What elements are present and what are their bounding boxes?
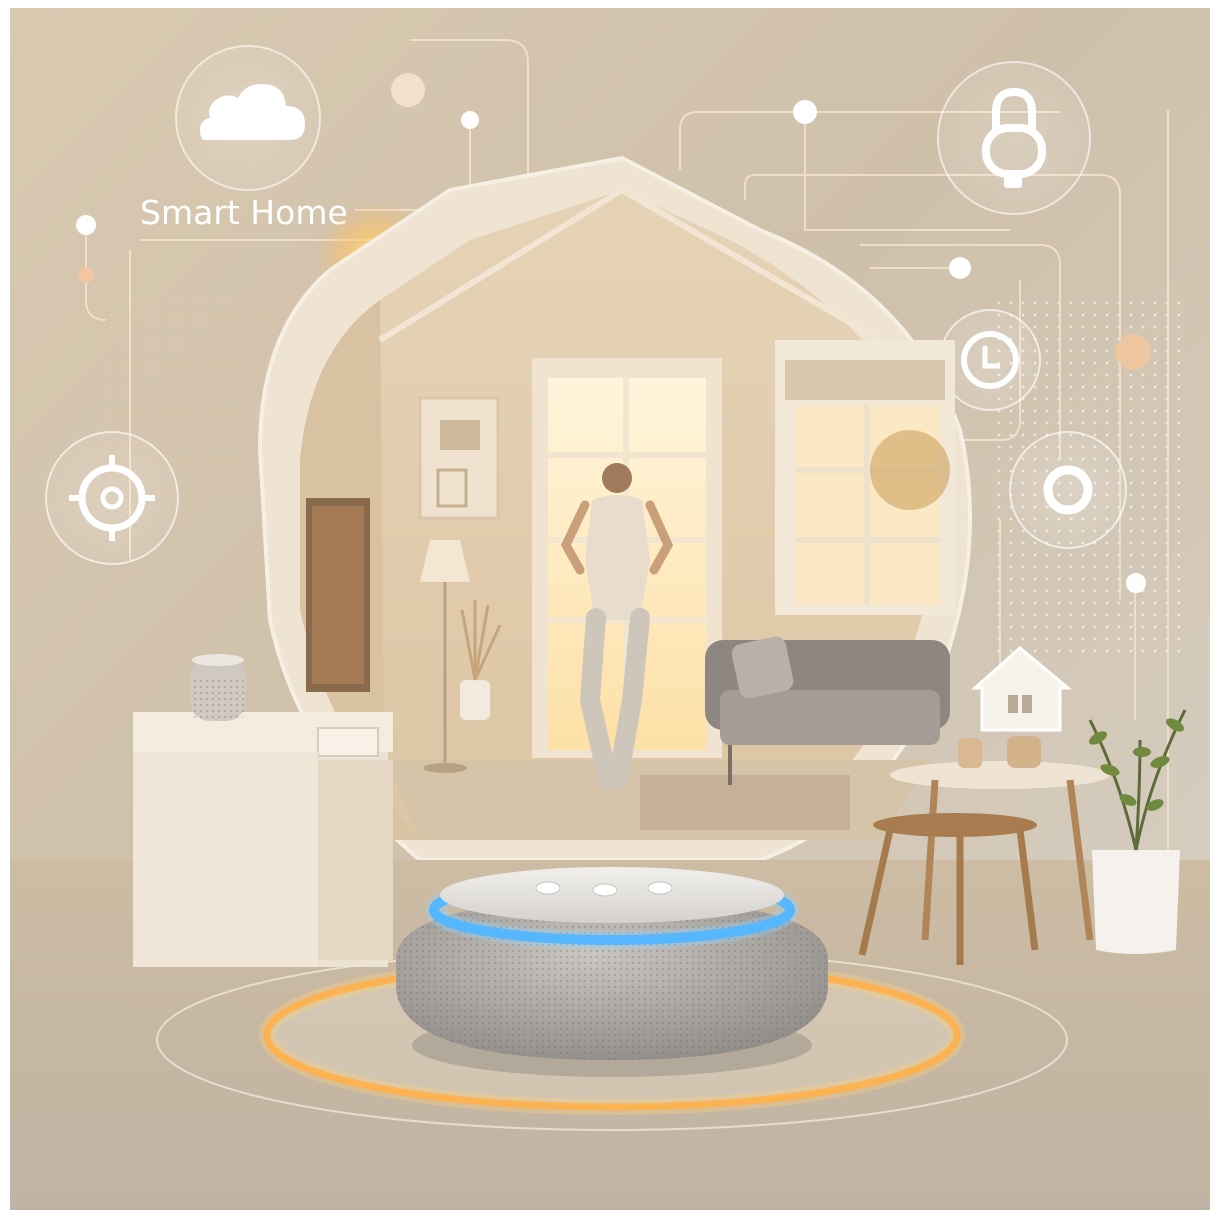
rug: [640, 775, 850, 830]
cloud-icon: [175, 45, 321, 191]
wall-art: [418, 396, 500, 520]
window: [775, 340, 955, 615]
smart-speaker-small: [190, 654, 246, 721]
ring-icon: [1009, 431, 1127, 549]
smart-speaker-main: [396, 867, 828, 1077]
desk: [133, 712, 393, 967]
headline: Smart Home: [140, 193, 348, 232]
target-icon: [45, 431, 179, 565]
smart-home-illustration: Smart Home: [0, 0, 1218, 1217]
lock-icon: [937, 61, 1091, 215]
